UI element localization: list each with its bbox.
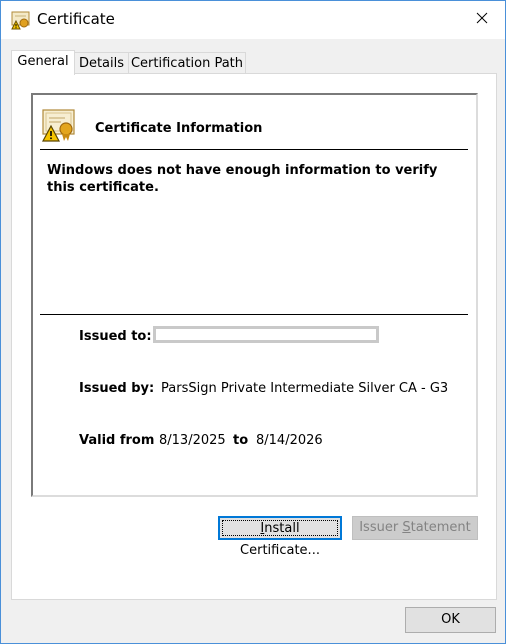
close-icon xyxy=(476,12,488,28)
valid-to-label: to xyxy=(233,433,249,448)
certificate-info-box: Certificate Information Windows does not… xyxy=(31,93,478,497)
ok-button[interactable]: OK xyxy=(405,607,496,633)
issuer-label-rest: tatement xyxy=(410,520,471,535)
issued-by-value: ParsSign Private Intermediate Silver CA … xyxy=(161,381,449,396)
issued-by-label: Issued by: xyxy=(79,381,155,396)
divider xyxy=(40,149,468,150)
window-title: Certificate xyxy=(37,10,115,28)
issued-to-value-redacted xyxy=(153,326,379,343)
valid-from-value: 8/13/2025 xyxy=(159,433,226,448)
install-certificate-button[interactable]: Install Certificate... xyxy=(218,516,342,558)
issuer-label-accelerator: S xyxy=(402,520,411,535)
certificate-dialog: Certificate General Details Certificatio… xyxy=(0,0,506,644)
valid-from-label: Valid from xyxy=(79,433,155,448)
tab-details[interactable]: Details xyxy=(73,52,130,74)
tab-certification-path[interactable]: Certification Path xyxy=(128,52,246,74)
verification-warning-text: Windows does not have enough information… xyxy=(47,163,438,195)
general-tab-panel: Certificate Information Windows does not… xyxy=(11,73,497,600)
valid-to-value: 8/14/2026 xyxy=(256,433,323,448)
issuer-label-prefix: Issuer xyxy=(359,520,403,535)
close-button[interactable] xyxy=(459,1,505,39)
issued-to-label: Issued to: xyxy=(79,329,152,344)
title-bar: Certificate xyxy=(1,1,505,39)
tab-general[interactable]: General xyxy=(11,50,75,75)
certificate-warning-icon xyxy=(41,107,77,143)
divider xyxy=(40,314,468,315)
certificate-info-heading: Certificate Information xyxy=(95,121,263,136)
issuer-statement-button[interactable]: Issuer Statement xyxy=(352,516,478,540)
focus-rectangle xyxy=(222,520,338,536)
certificate-warning-icon xyxy=(11,10,31,30)
